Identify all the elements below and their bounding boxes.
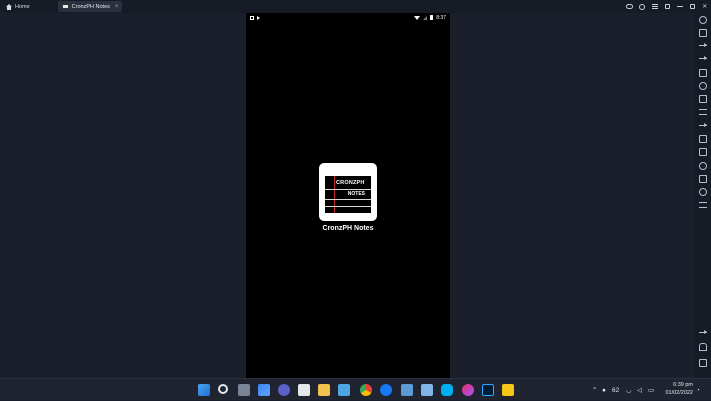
back-icon[interactable]	[699, 329, 707, 337]
keymap-icon[interactable]	[699, 109, 707, 115]
logo-text-bottom: NOTES	[348, 191, 365, 197]
app-tab-icon	[62, 4, 69, 9]
volume-icon[interactable]	[699, 55, 707, 63]
minimize-icon[interactable]	[674, 0, 687, 13]
media-icon[interactable]	[699, 135, 707, 143]
notebook-logo-icon: CRONZPH NOTES	[325, 176, 371, 213]
folder-icon[interactable]	[699, 175, 707, 183]
tray-chevron-icon[interactable]: ⌃	[592, 379, 597, 401]
home-tab-label: Home	[15, 4, 30, 10]
location-icon[interactable]	[699, 188, 707, 196]
taskbar-clock[interactable]: 6:39 pm 01/02/2022	[665, 382, 693, 397]
bluestacks-icon[interactable]	[502, 384, 514, 396]
android-screen[interactable]: 8:37 CRONZPH NOTES CronzPH Notes	[246, 13, 450, 378]
signal-icon	[423, 16, 427, 20]
shake-icon[interactable]	[699, 202, 707, 208]
windows-start-icon[interactable]	[198, 384, 210, 396]
app-logo: CRONZPH NOTES	[319, 163, 377, 221]
window-controls: ✕	[624, 0, 711, 13]
record-icon[interactable]	[699, 82, 707, 90]
facebook-icon[interactable]	[380, 384, 392, 396]
notepad-icon[interactable]	[338, 384, 350, 396]
photoshop-icon[interactable]	[482, 384, 494, 396]
widgets-icon[interactable]	[258, 384, 270, 396]
tray-battery-icon[interactable]: ▭	[648, 379, 654, 401]
taskbar: ⌃ ● 62 ◡ ◁ ▭ 6:39 pm 01/02/2022 ◔	[0, 378, 711, 400]
wifi-icon	[414, 16, 420, 20]
menu-icon[interactable]	[649, 0, 662, 13]
skype-icon[interactable]	[441, 384, 453, 396]
rotate-icon[interactable]	[699, 162, 707, 170]
tray-volume-icon[interactable]: ◁	[637, 379, 642, 401]
eco-icon[interactable]	[699, 122, 707, 130]
search-icon[interactable]	[218, 384, 228, 394]
files-icon[interactable]	[421, 384, 433, 396]
macro-icon[interactable]	[699, 95, 707, 103]
status-time: 8:37	[436, 15, 446, 21]
close-icon[interactable]: ✕	[699, 0, 711, 13]
tab-close-icon[interactable]: ×	[115, 4, 119, 10]
tray-app-icon[interactable]: ●	[602, 379, 606, 401]
restore-icon[interactable]	[686, 0, 699, 13]
cursor-icon[interactable]	[699, 42, 707, 50]
calculator-icon[interactable]	[401, 384, 413, 396]
tray-wifi-icon[interactable]: ◡	[626, 379, 632, 401]
recent-apps-icon[interactable]	[699, 359, 707, 367]
title-bar: Home CronzPH Notes × ✕	[0, 0, 711, 13]
chrome-icon[interactable]	[360, 384, 372, 396]
right-toolbar	[695, 13, 711, 378]
home-nav-icon[interactable]	[699, 343, 707, 351]
account-icon[interactable]	[636, 0, 649, 13]
taskbar-time: 6:39 pm	[665, 382, 693, 390]
tab-cronzph-notes[interactable]: CronzPH Notes ×	[58, 1, 123, 12]
sync-icon[interactable]	[699, 148, 707, 156]
home-tab[interactable]: Home	[0, 0, 36, 13]
task-view-icon[interactable]	[238, 384, 250, 396]
battery-icon	[430, 15, 433, 20]
paint-icon[interactable]	[298, 384, 310, 396]
keyboard-icon[interactable]	[699, 29, 707, 37]
messenger-icon[interactable]	[462, 384, 474, 396]
app-name-label: CronzPH Notes	[306, 225, 390, 232]
home-icon	[6, 4, 12, 10]
tray-temp: 62	[612, 379, 619, 401]
status-bar: 8:37	[246, 13, 450, 22]
gamepad-icon[interactable]	[624, 0, 637, 13]
play-icon	[257, 16, 260, 20]
expand-icon[interactable]	[661, 0, 674, 13]
notification-icon[interactable]: ◔	[696, 379, 700, 401]
logo-text-top: CRONZPH	[336, 180, 365, 186]
screenshot-icon[interactable]	[699, 69, 707, 77]
active-tab-label: CronzPH Notes	[72, 4, 110, 10]
taskbar-date: 01/02/2022	[665, 390, 693, 398]
file-explorer-icon[interactable]	[318, 384, 330, 396]
settings-icon[interactable]	[699, 16, 707, 24]
teams-icon[interactable]	[278, 384, 290, 396]
notification-square-icon	[250, 16, 254, 20]
